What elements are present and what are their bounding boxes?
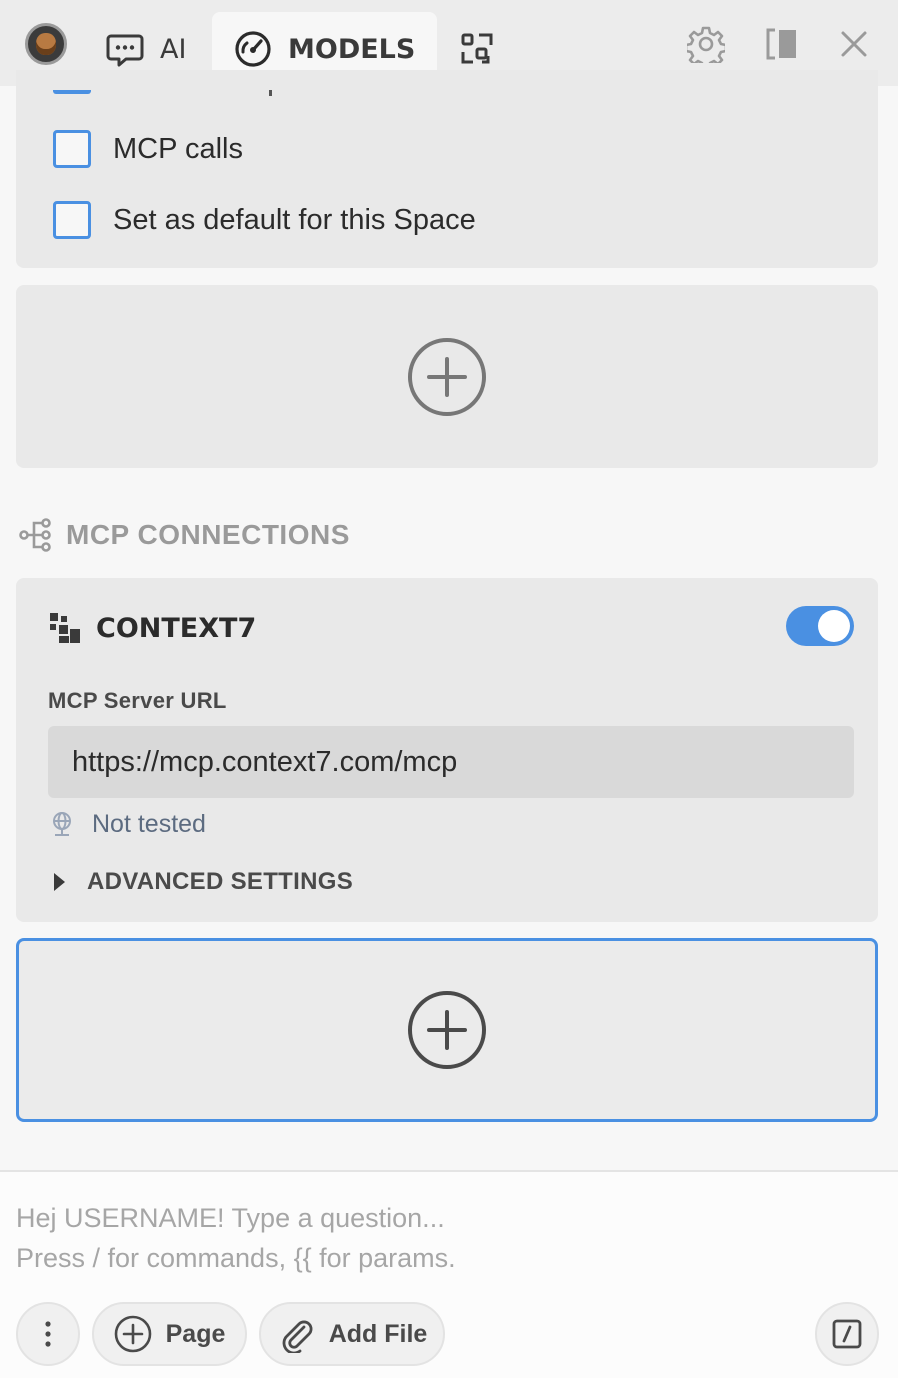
context7-logo-icon xyxy=(48,611,82,645)
add-circle-icon xyxy=(114,1315,152,1353)
add-file-button[interactable]: Add File xyxy=(259,1302,445,1366)
mcp-calls-label: MCP calls xyxy=(113,132,243,165)
add-page-label: Page xyxy=(165,1319,226,1348)
add-page-button[interactable]: Page xyxy=(92,1302,247,1366)
paperclip-icon xyxy=(277,1315,315,1353)
gear-icon[interactable] xyxy=(687,25,725,63)
mcp-connection-card: CONTEXT7 MCP Server URL https://mcp.cont… xyxy=(16,578,878,922)
tab-ai-label: AI xyxy=(160,33,187,65)
tab-models-label: MODELS xyxy=(288,33,416,65)
advanced-settings-label: ADVANCED SETTINGS xyxy=(87,868,354,895)
connection-status-text: Not tested xyxy=(92,809,206,838)
more-options-button[interactable] xyxy=(16,1302,80,1366)
add-mcp-connection-button[interactable] xyxy=(16,938,878,1122)
model-options-panel: MCP calls Set as default for this Space xyxy=(16,70,878,268)
default-space-checkbox[interactable] xyxy=(53,201,91,239)
mcp-calls-option[interactable]: MCP calls xyxy=(53,130,243,168)
add-circle-icon xyxy=(407,990,487,1070)
connection-status: Not tested xyxy=(48,807,206,841)
more-vertical-icon xyxy=(29,1315,67,1353)
mcp-connections-title: MCP CONNECTIONS xyxy=(66,519,350,550)
mcp-server-url-input[interactable]: https://mcp.context7.com/mcp xyxy=(48,726,854,798)
clipped-text xyxy=(269,90,272,96)
add-file-label: Add File xyxy=(328,1319,428,1348)
add-model-button[interactable] xyxy=(16,285,878,468)
tools-icon xyxy=(458,30,496,68)
slash-command-icon xyxy=(830,1317,864,1351)
split-view-icon[interactable] xyxy=(763,25,801,63)
advanced-settings-toggle[interactable]: ADVANCED SETTINGS xyxy=(54,865,353,899)
gauge-icon xyxy=(234,30,272,68)
globe-icon xyxy=(48,810,76,838)
mcp-calls-checkbox[interactable] xyxy=(53,130,91,168)
chat-input[interactable]: Hej USERNAME! Type a question... Press /… xyxy=(16,1198,876,1278)
chat-composer: Hej USERNAME! Type a question... Press /… xyxy=(0,1170,898,1378)
connections-icon xyxy=(18,517,54,553)
caret-right-icon xyxy=(54,873,65,891)
default-space-option[interactable]: Set as default for this Space xyxy=(53,201,476,239)
avatar[interactable] xyxy=(25,23,67,65)
connection-name: CONTEXT7 xyxy=(96,612,257,644)
default-space-label: Set as default for this Space xyxy=(113,203,476,236)
slash-commands-button[interactable] xyxy=(815,1302,879,1366)
connection-header: CONTEXT7 xyxy=(48,608,256,648)
checkbox-partial[interactable] xyxy=(53,90,91,94)
close-icon[interactable] xyxy=(835,25,873,63)
chat-icon xyxy=(106,30,144,68)
mcp-server-url-label: MCP Server URL xyxy=(48,688,227,713)
connection-enabled-toggle[interactable] xyxy=(786,606,854,646)
mcp-connections-heading: MCP CONNECTIONS xyxy=(18,515,350,555)
add-circle-icon xyxy=(407,337,487,417)
